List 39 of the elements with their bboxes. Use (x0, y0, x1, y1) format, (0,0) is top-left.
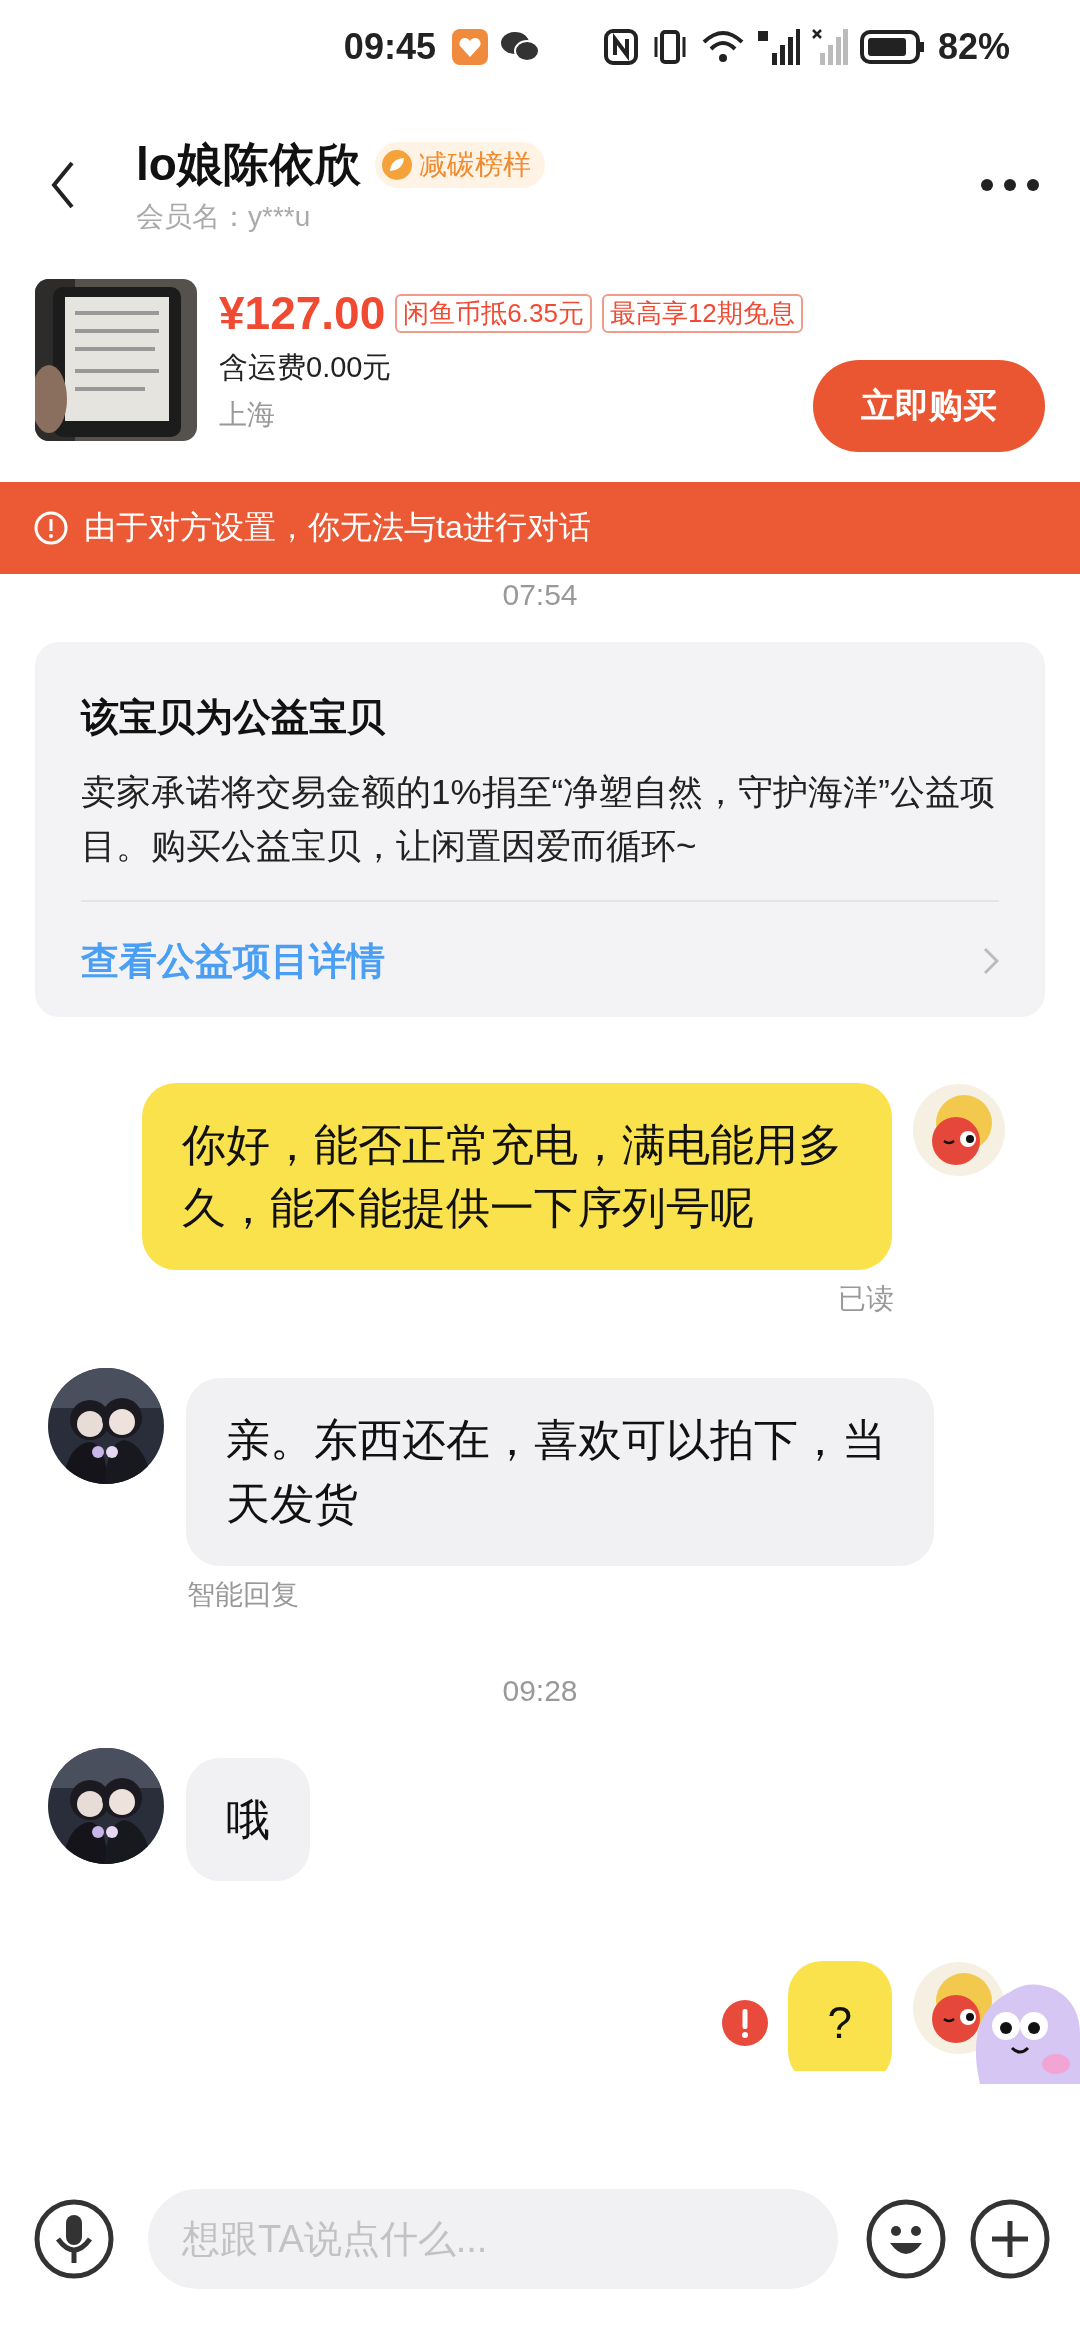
send-failed-icon[interactable] (721, 2000, 768, 2047)
battery-icon (859, 30, 926, 64)
chevron-right-icon (983, 947, 999, 975)
timestamp: 07:54 (502, 578, 578, 611)
leaf-icon (380, 149, 413, 181)
warning-icon (34, 511, 68, 545)
microphone-icon[interactable] (34, 2199, 114, 2279)
nfc-icon (603, 29, 638, 65)
cartoon-avatar-icon (912, 1082, 1006, 1177)
card-title: 该宝贝为公益宝贝 (81, 695, 386, 740)
seller-badge: 减碳榜样 (374, 142, 545, 188)
seller-name: lo娘陈依欣 (136, 137, 361, 192)
shipping-fee: 含运费0.00元 (219, 350, 393, 385)
price: ¥127.00 (219, 286, 386, 340)
buy-now-button[interactable]: 立即购买 (813, 360, 1045, 452)
member-name: 会员名：y***u (136, 200, 312, 234)
read-receipt: 已读 (837, 1282, 895, 1317)
sent-message-bubble: ? (787, 1961, 892, 2072)
status-time: 09:45 (343, 26, 436, 68)
location: 上海 (219, 398, 276, 432)
received-message-bubble: 哦 (186, 1757, 310, 1882)
signal-icon (811, 29, 848, 65)
battery-percentage: 82% (937, 26, 1010, 68)
timestamp: 09:28 (502, 1673, 578, 1707)
received-message-bubble: 亲。东西还在，喜欢可以拍下，当天发货 (186, 1378, 934, 1566)
sent-message-bubble: 你好，能否正常充电，满电能用多久，能不能提供一下序列号呢 (142, 1082, 892, 1271)
back-icon[interactable] (50, 160, 76, 210)
promo-tag: 最高享12期免息 (601, 293, 803, 333)
card-description: 卖家承诺将交易金额的1%捐至“净塑自然，守护海洋”公益项目。购买公益宝贝，让闲置因爱而循环~ (81, 771, 996, 868)
wifi-icon (701, 30, 744, 64)
promo-tag: 闲鱼币抵6.35元 (395, 293, 592, 333)
auto-reply-label: 智能回复 (186, 1577, 300, 1612)
emoji-icon[interactable] (866, 2199, 946, 2279)
add-icon[interactable] (970, 2199, 1050, 2279)
signal-icon (755, 29, 800, 65)
app-notification-icon (451, 29, 488, 65)
notice-text: 由于对方设置，你无法与ta进行对话 (84, 508, 591, 547)
details-link[interactable]: 查看公益项目详情 (81, 935, 385, 987)
more-icon[interactable] (980, 178, 1040, 192)
